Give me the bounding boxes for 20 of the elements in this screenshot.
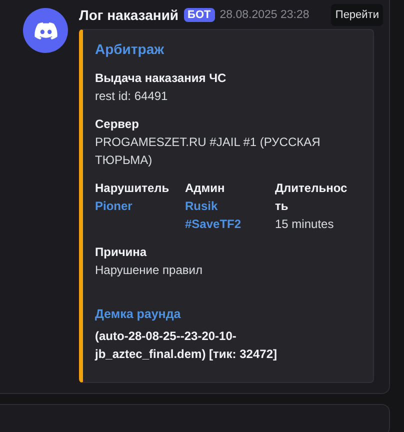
user-mention[interactable]: Rusik #SaveTF2 xyxy=(185,196,255,233)
field-value: (auto-28-08-25--23-20-10-jb_aztec_final.dem) [тик: 32472] xyxy=(95,328,278,363)
author-name[interactable]: Лог наказаний xyxy=(79,7,179,24)
embed-title[interactable]: Арбитраж xyxy=(95,40,361,57)
field-name: Причина xyxy=(95,244,148,261)
timestamp: 28.08.2025 23:28 xyxy=(220,9,310,22)
field-value: PROGAMESZET.RU #JAIL #1 (РУССКАЯ ТЮРЬМА) xyxy=(95,134,322,169)
field-name: Админ xyxy=(185,180,226,197)
user-mention[interactable]: Pioner xyxy=(95,196,165,215)
field-name: Сервер xyxy=(95,116,140,133)
field-name: Нарушитель xyxy=(95,180,170,197)
field-name: Выдача наказания ЧС xyxy=(95,70,228,87)
field-value: 15 minutes xyxy=(275,216,335,233)
field-name: Длительность xyxy=(275,180,348,215)
field-name: Демка раунда xyxy=(95,306,182,323)
avatar-icon[interactable] xyxy=(23,8,68,53)
field-value: Нарушение правил xyxy=(95,262,204,279)
jump-button[interactable]: Перейти xyxy=(331,4,383,26)
bot-tag: БОТ xyxy=(184,8,215,22)
field-value: rest id: 64491 xyxy=(95,88,169,105)
